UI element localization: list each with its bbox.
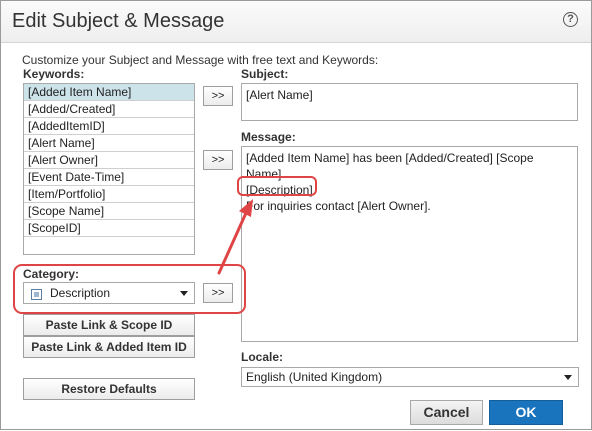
keyword-item[interactable]: [Added Item Name] [24, 84, 194, 101]
paste-link-scope-id-button[interactable]: Paste Link & Scope ID [23, 314, 195, 336]
cancel-button[interactable]: Cancel [410, 400, 483, 425]
subject-field[interactable]: [Alert Name] [241, 83, 578, 121]
message-line: [Added Item Name] has been [Added/Create… [246, 151, 534, 165]
dialog-titlebar: Edit Subject & Message ? [1, 1, 591, 43]
dialog-title: Edit Subject & Message [12, 10, 225, 32]
keyword-item[interactable]: [ScopeID] [24, 220, 194, 237]
paste-link-added-item-id-button[interactable]: Paste Link & Added Item ID [23, 336, 195, 358]
ok-button[interactable]: OK [489, 400, 563, 425]
restore-defaults-button[interactable]: Restore Defaults [23, 378, 195, 400]
message-label: Message: [241, 130, 296, 144]
keyword-item[interactable]: [Event Date-Time] [24, 169, 194, 186]
intro-text: Customize your Subject and Message with … [22, 53, 379, 67]
insert-message-button[interactable]: >> [203, 150, 233, 170]
keyword-item[interactable]: [AddedItemID] [24, 118, 194, 135]
subject-label: Subject: [241, 67, 289, 81]
message-line: For inquiries contact [Alert Owner]. [246, 199, 431, 213]
edit-subject-message-dialog: Edit Subject & Message ? Customize your … [0, 0, 592, 430]
insert-subject-button[interactable]: >> [203, 86, 233, 106]
keyword-item[interactable]: [Item/Portfolio] [24, 186, 194, 203]
keywords-list[interactable]: [Added Item Name] [Added/Created] [Added… [23, 83, 195, 255]
description-highlight-box [237, 176, 317, 196]
subject-value: [Alert Name] [246, 88, 313, 102]
locale-select[interactable]: English (United Kingdom) [241, 367, 579, 387]
locale-label: Locale: [241, 350, 284, 364]
keyword-item[interactable]: [Added/Created] [24, 101, 194, 118]
keywords-label: Keywords: [23, 67, 85, 81]
category-highlight-box [13, 264, 246, 314]
keyword-item[interactable]: [Scope Name] [24, 203, 194, 220]
help-icon[interactable]: ? [563, 12, 578, 27]
keyword-item[interactable]: [Alert Name] [24, 135, 194, 152]
keyword-item[interactable]: [Alert Owner] [24, 152, 194, 169]
chevron-down-icon [564, 375, 572, 380]
locale-value: English (United Kingdom) [246, 370, 383, 384]
